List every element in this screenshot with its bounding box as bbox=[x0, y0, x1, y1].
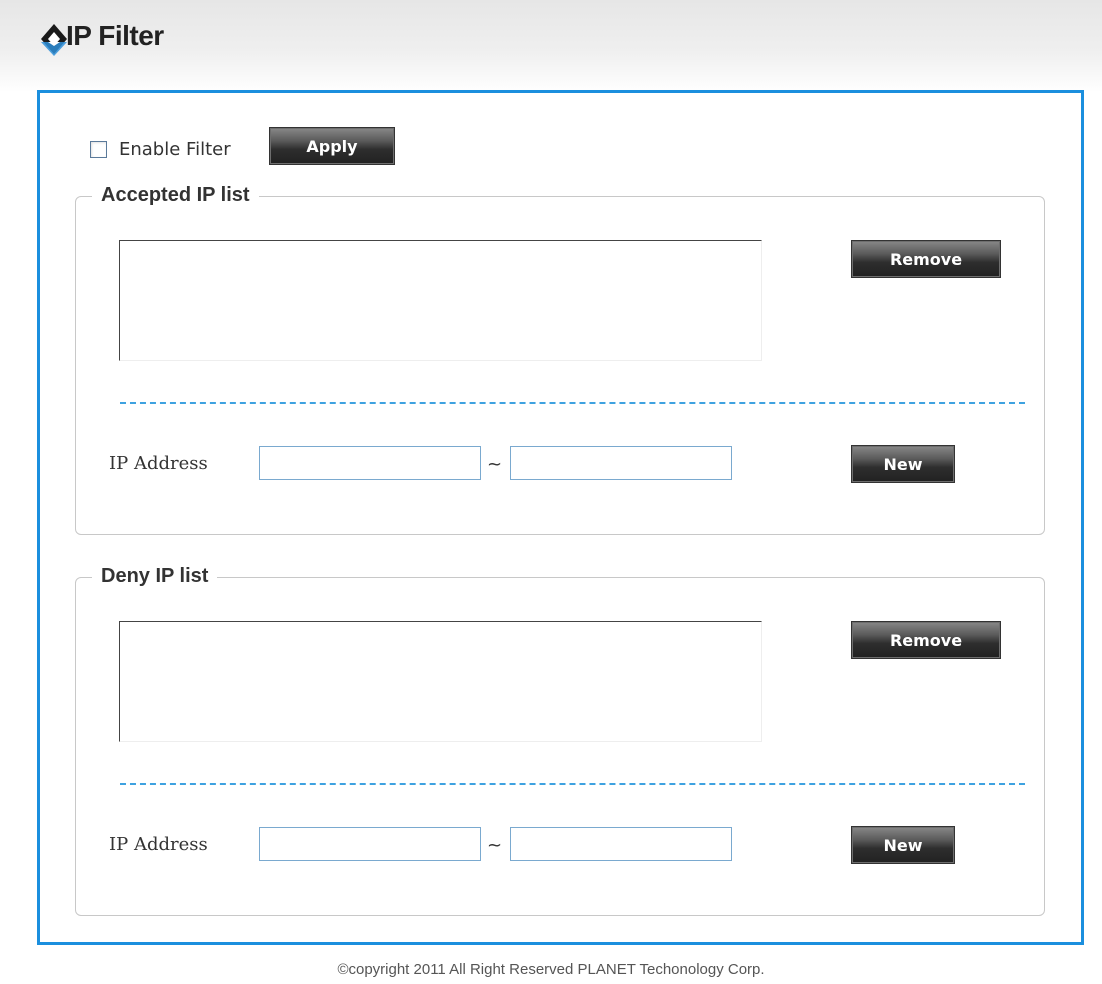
enable-filter-label: Enable Filter bbox=[119, 139, 231, 160]
accepted-remove-button[interactable]: Remove bbox=[851, 240, 1001, 278]
accepted-ip-fieldset: Accepted IP list Remove IP Address ~ New bbox=[75, 184, 1045, 535]
accepted-ip-start-input[interactable] bbox=[259, 446, 481, 480]
enable-filter-checkbox[interactable] bbox=[90, 141, 107, 158]
page-header: IP Filter bbox=[0, 0, 1102, 92]
deny-remove-button[interactable]: Remove bbox=[851, 621, 1001, 659]
accepted-dashed-separator bbox=[120, 402, 1025, 404]
accepted-ip-legend: Accepted IP list bbox=[92, 184, 259, 207]
accepted-ip-end-input[interactable] bbox=[510, 446, 732, 480]
deny-ip-listbox[interactable] bbox=[119, 621, 762, 742]
deny-ip-legend: Deny IP list bbox=[92, 565, 218, 588]
accepted-ip-address-label: IP Address bbox=[109, 453, 208, 474]
page-title: IP Filter bbox=[66, 20, 164, 51]
deny-new-button[interactable]: New bbox=[851, 826, 955, 864]
apply-button[interactable]: Apply bbox=[269, 127, 395, 165]
accepted-ip-listbox[interactable] bbox=[119, 240, 762, 361]
accepted-range-separator: ~ bbox=[487, 454, 503, 475]
deny-ip-fieldset: Deny IP list Remove IP Address ~ New bbox=[75, 565, 1045, 916]
deny-range-separator: ~ bbox=[487, 835, 503, 856]
deny-ip-start-input[interactable] bbox=[259, 827, 481, 861]
copyright-footer: ©copyright 2011 All Right Reserved PLANE… bbox=[337, 961, 765, 978]
deny-ip-address-label: IP Address bbox=[109, 834, 208, 855]
deny-dashed-separator bbox=[120, 783, 1025, 785]
ip-filter-panel: Enable Filter Apply Accepted IP list Rem… bbox=[37, 90, 1084, 945]
deny-ip-end-input[interactable] bbox=[510, 827, 732, 861]
accepted-new-button[interactable]: New bbox=[851, 445, 955, 483]
